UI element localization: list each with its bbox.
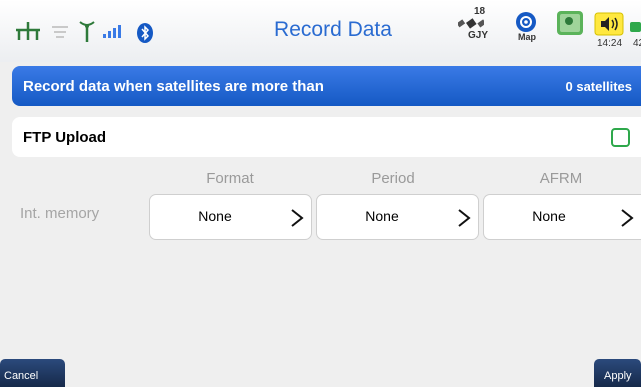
ftp-upload-checkbox[interactable]	[611, 128, 630, 147]
column-header-afrm: AFRM	[539, 170, 583, 187]
chevron-right-icon	[291, 209, 304, 227]
format-select[interactable]: None	[149, 194, 312, 240]
map-icon[interactable]	[514, 11, 538, 33]
afrm-select[interactable]: None	[483, 194, 641, 240]
chevron-right-icon	[458, 209, 471, 227]
column-header-format: Format	[206, 170, 254, 187]
temperature: 42°C	[633, 38, 641, 49]
page-title: Record Data	[274, 18, 392, 41]
ftp-upload-row[interactable]: FTP Upload	[12, 117, 641, 157]
bluetooth-icon	[137, 23, 153, 43]
antenna-icon	[79, 21, 95, 42]
battery-icon	[630, 22, 641, 32]
cancel-button[interactable]: Cancel	[0, 359, 65, 387]
speaker-icon[interactable]	[594, 12, 624, 36]
status-bar: Record Data 18 GJY Map 14:24 42°C	[0, 0, 641, 62]
period-value: None	[365, 208, 399, 224]
clock-time: 14:24	[597, 38, 623, 49]
record-condition-label: Record data when satellites are more tha…	[23, 78, 324, 95]
period-select[interactable]: None	[316, 194, 479, 240]
map-label[interactable]: Map	[518, 32, 536, 42]
format-value: None	[198, 208, 232, 224]
record-condition-row[interactable]: Record data when satellites are more tha…	[12, 66, 641, 106]
wifi-icon	[52, 26, 68, 38]
ftp-upload-label: FTP Upload	[23, 129, 107, 146]
column-header-period: Period	[371, 170, 415, 187]
int-memory-label: Int. memory	[20, 205, 100, 222]
chevron-right-icon	[621, 209, 634, 227]
satellite-threshold-value[interactable]: 0 satellites	[566, 79, 633, 94]
afrm-value: None	[532, 208, 566, 224]
gnss-label: GJY	[468, 30, 489, 41]
location-icon[interactable]	[556, 10, 584, 36]
apply-button[interactable]: Apply	[594, 359, 641, 387]
cell-signal-icon	[103, 25, 121, 38]
network-icon	[16, 22, 40, 40]
